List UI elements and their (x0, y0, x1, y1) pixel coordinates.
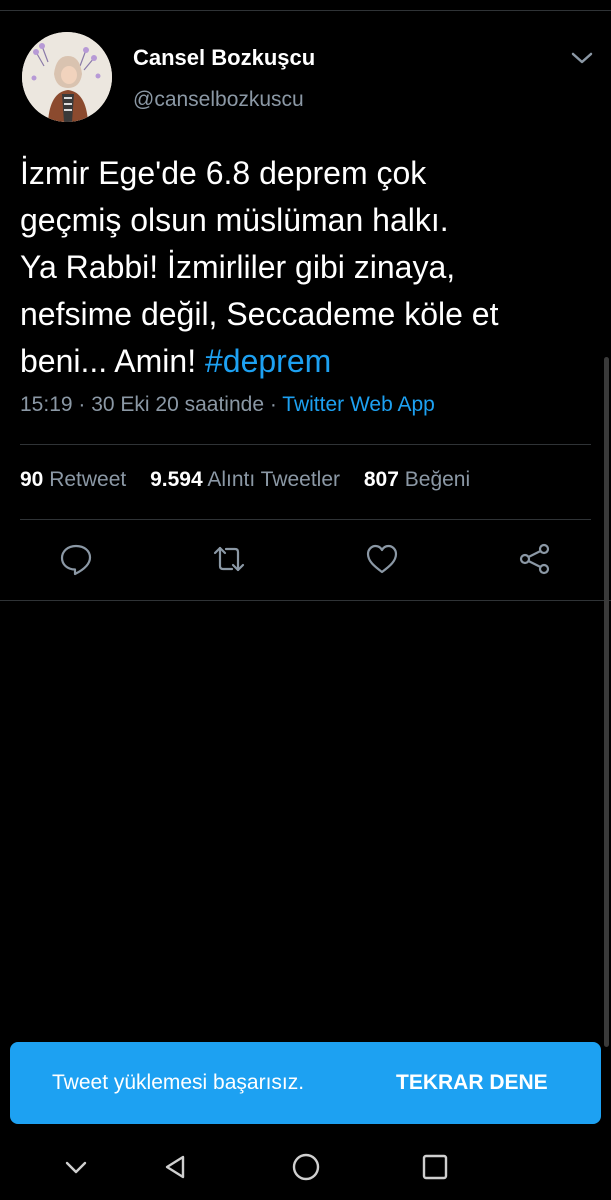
tweet-line: geçmiş olsun müslüman halkı. (20, 202, 449, 238)
divider (20, 444, 591, 445)
divider (20, 519, 591, 520)
error-snackbar: Tweet yüklemesi başarısız. TEKRAR DENE (10, 1042, 601, 1124)
chevron-down-icon[interactable] (61, 1152, 91, 1182)
tweet-meta: 15:19 · 30 Eki 20 saatinde · Twitter Web… (20, 393, 435, 417)
back-icon[interactable] (160, 1152, 190, 1182)
tweet-text: İzmir Ege'de 6.8 deprem çok geçmiş olsun… (20, 150, 595, 385)
hashtag-link[interactable]: #deprem (205, 343, 331, 379)
likes-count: 807 (363, 468, 399, 491)
tweet-source-link[interactable]: Twitter Web App (282, 393, 435, 416)
retweets-stat[interactable]: 90 Retweet (20, 468, 126, 491)
home-icon[interactable] (291, 1152, 321, 1182)
avatar-illustration (22, 32, 112, 122)
reply-icon[interactable] (58, 541, 94, 577)
tweet-line: nefsime değil, Seccademe köle et (20, 296, 499, 332)
scrollbar[interactable] (604, 357, 609, 1047)
tweet-line-text: beni... Amin! (20, 343, 205, 379)
tweet-line-last: beni... Amin! #deprem (20, 338, 595, 385)
chevron-down-icon[interactable] (570, 50, 594, 66)
likes-stat[interactable]: 807 Beğeni (364, 468, 470, 491)
display-name[interactable]: Cansel Bozkuşcu (133, 45, 315, 71)
likes-label: Beğeni (404, 468, 471, 491)
share-icon[interactable] (517, 541, 553, 577)
retweets-count: 90 (20, 468, 44, 491)
retweets-label: Retweet (49, 468, 127, 491)
snackbar-message: Tweet yüklemesi başarısız. (52, 1071, 305, 1094)
quotes-count: 9.594 (150, 468, 203, 491)
tweet-timestamp[interactable]: 15:19 · 30 Eki 20 saatinde · (20, 393, 282, 416)
retweet-icon[interactable] (211, 541, 247, 577)
quotes-stat[interactable]: 9.594 Alıntı Tweetler (150, 468, 340, 491)
system-navigation-bar (0, 1134, 611, 1200)
user-handle[interactable]: @canselbozkuscu (133, 88, 304, 112)
tweet-stats: 90 Retweet 9.594 Alıntı Tweetler 807 Beğ… (20, 468, 488, 492)
tweet-line: Ya Rabbi! İzmirliler gibi zinaya, (20, 249, 456, 285)
retry-button[interactable]: TEKRAR DENE (396, 1071, 548, 1095)
quotes-label: Alıntı Tweetler (207, 468, 341, 491)
top-divider (0, 10, 611, 11)
tweet-line: İzmir Ege'de 6.8 deprem çok (20, 155, 427, 191)
divider (0, 600, 611, 601)
recents-icon[interactable] (420, 1152, 450, 1182)
like-icon[interactable] (364, 541, 400, 577)
avatar[interactable] (22, 32, 112, 122)
